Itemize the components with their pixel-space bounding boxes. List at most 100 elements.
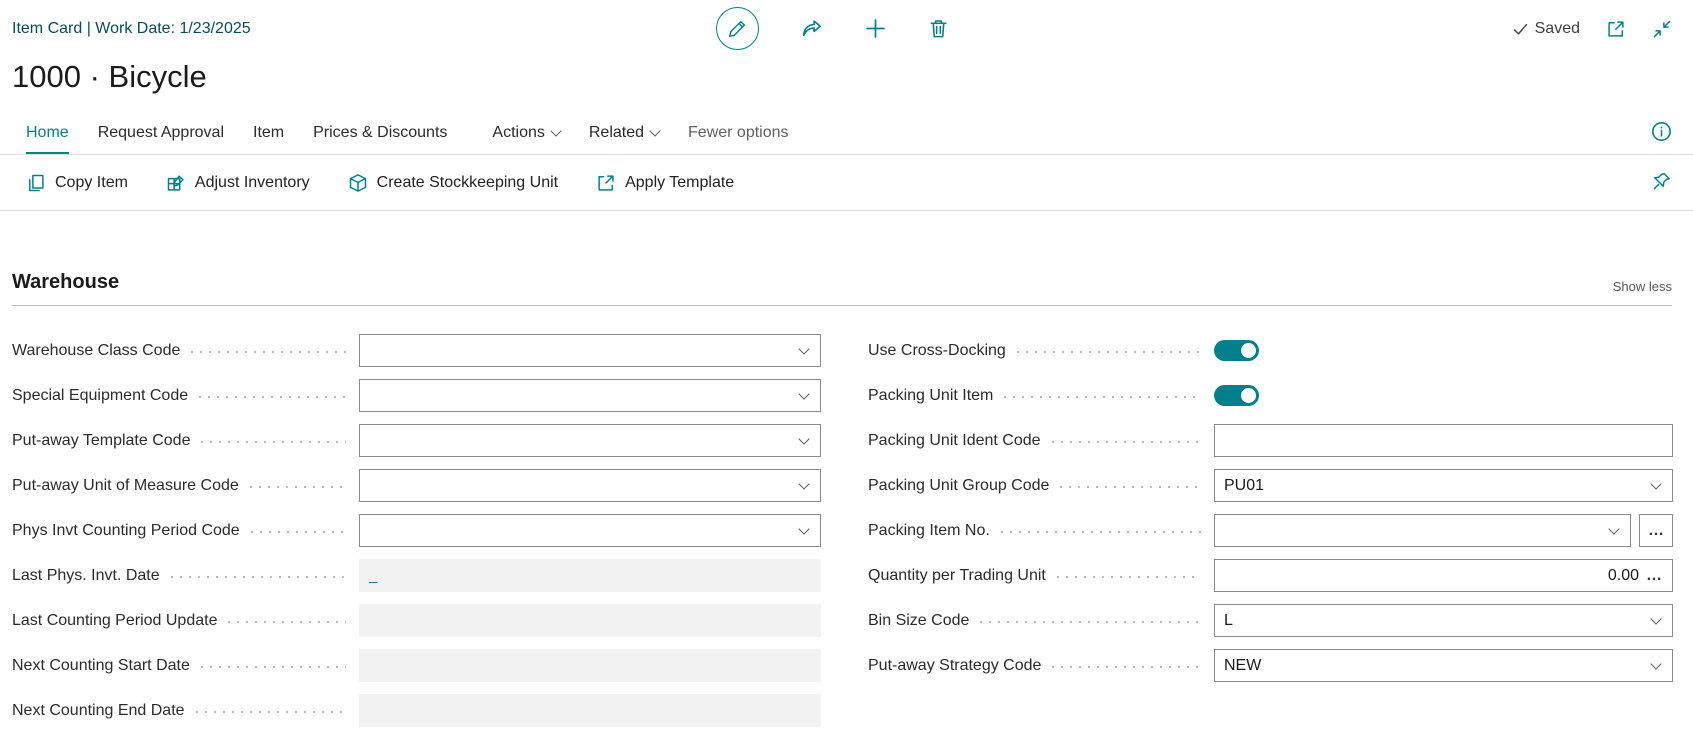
dotted-leader bbox=[251, 531, 346, 533]
bin-size-code-input[interactable] bbox=[1215, 612, 1640, 630]
packing-unit-group-code-combobox[interactable] bbox=[1214, 469, 1673, 502]
put-away-unit-of-measure-code-input[interactable] bbox=[360, 477, 788, 495]
put-away-strategy-code-combobox[interactable] bbox=[1214, 649, 1673, 682]
dropdown-button[interactable] bbox=[788, 380, 820, 411]
field-row-packing-unit-ident-code: Packing Unit Ident Code bbox=[868, 424, 1673, 457]
quantity-assist-button[interactable]: … bbox=[1644, 568, 1672, 584]
dotted-leader bbox=[1052, 441, 1201, 443]
dotted-leader bbox=[191, 351, 346, 353]
top-right-controls: Saved bbox=[1513, 19, 1672, 39]
apply-template-icon bbox=[596, 173, 616, 193]
tab-label: Actions bbox=[492, 124, 544, 142]
packing-item-no-combobox[interactable] bbox=[1214, 514, 1631, 547]
edit-button[interactable] bbox=[716, 7, 759, 50]
dotted-leader bbox=[1052, 666, 1201, 668]
field-label: Put-away Template Code bbox=[12, 432, 190, 450]
tab-actions-menu[interactable]: Actions bbox=[492, 111, 559, 154]
record-action-icons bbox=[716, 7, 949, 50]
page-title: 1000 · Bicycle bbox=[12, 58, 1693, 95]
packing-item-no-input[interactable] bbox=[1215, 522, 1598, 540]
checkmark-icon bbox=[1513, 23, 1528, 36]
create-stockkeeping-unit-button[interactable]: Create Stockkeeping Unit bbox=[348, 173, 558, 193]
toggle-knob bbox=[1241, 388, 1256, 403]
packing-unit-ident-code-input[interactable] bbox=[1215, 432, 1672, 450]
tab-related-menu[interactable]: Related bbox=[589, 111, 659, 154]
action-label: Adjust Inventory bbox=[195, 174, 310, 192]
show-less-link[interactable]: Show less bbox=[1613, 279, 1672, 294]
fewer-options-button[interactable]: Fewer options bbox=[688, 111, 789, 154]
field-label: Last Phys. Invt. Date bbox=[12, 567, 160, 585]
special-equipment-code-input[interactable] bbox=[360, 387, 788, 405]
dropdown-button[interactable] bbox=[788, 425, 820, 456]
put-away-strategy-code-input[interactable] bbox=[1215, 657, 1640, 675]
dropdown-button[interactable] bbox=[788, 335, 820, 366]
field-label: Next Counting Start Date bbox=[12, 657, 190, 675]
apply-template-button[interactable]: Apply Template bbox=[596, 173, 734, 193]
field-row-special-equipment-code: Special Equipment Code bbox=[12, 379, 821, 412]
phys-invt-counting-period-code-combobox[interactable] bbox=[359, 514, 821, 547]
packing-unit-item-toggle[interactable] bbox=[1214, 385, 1259, 406]
dropdown-button[interactable] bbox=[788, 515, 820, 546]
dotted-leader bbox=[1057, 576, 1201, 578]
dropdown-button[interactable] bbox=[1598, 515, 1630, 546]
adjust-inventory-button[interactable]: Adjust Inventory bbox=[166, 173, 310, 193]
chevron-down-icon bbox=[798, 343, 809, 354]
warehouse-section-header: Warehouse Show less bbox=[12, 271, 1672, 306]
tab-item[interactable]: Item bbox=[253, 111, 284, 154]
save-status-label: Saved bbox=[1535, 20, 1580, 38]
delete-button[interactable] bbox=[928, 18, 949, 39]
dropdown-button[interactable] bbox=[1640, 605, 1672, 636]
packing-unit-group-code-input[interactable] bbox=[1215, 477, 1640, 495]
page-context-caption: Item Card | Work Date: 1/23/2025 bbox=[12, 20, 251, 38]
open-in-new-window-icon bbox=[1606, 19, 1626, 39]
tab-label: Request Approval bbox=[98, 124, 224, 142]
put-away-template-code-combobox[interactable] bbox=[359, 424, 821, 457]
copy-icon bbox=[26, 173, 46, 193]
phys-invt-counting-period-code-input[interactable] bbox=[360, 522, 788, 540]
collapse-page-button[interactable] bbox=[1652, 19, 1672, 39]
toggle-knob bbox=[1241, 343, 1256, 358]
packing-item-no-assist-button[interactable]: … bbox=[1639, 514, 1673, 547]
field-row-quantity-per-trading-unit: Quantity per Trading Unit … bbox=[868, 559, 1673, 592]
copy-item-button[interactable]: Copy Item bbox=[26, 173, 128, 193]
field-label: Packing Unit Item bbox=[868, 387, 993, 405]
plus-icon bbox=[865, 18, 886, 39]
fields-left-column: Warehouse Class Code Special Equipment C… bbox=[12, 334, 821, 739]
dotted-leader bbox=[228, 621, 346, 623]
field-label: Packing Item No. bbox=[868, 522, 990, 540]
dotted-leader bbox=[1017, 351, 1201, 353]
dotted-leader bbox=[1001, 531, 1201, 533]
special-equipment-code-combobox[interactable] bbox=[359, 379, 821, 412]
dropdown-button[interactable] bbox=[1640, 650, 1672, 681]
pencil-icon bbox=[728, 19, 747, 38]
dropdown-button[interactable] bbox=[1640, 470, 1672, 501]
field-row-next-counting-start-date: Next Counting Start Date bbox=[12, 649, 821, 682]
new-record-button[interactable] bbox=[865, 18, 886, 39]
page-info-button[interactable] bbox=[1651, 121, 1672, 142]
field-label: Next Counting End Date bbox=[12, 702, 185, 720]
tab-home[interactable]: Home bbox=[26, 111, 69, 154]
share-button[interactable] bbox=[801, 18, 823, 40]
field-row-put-away-template-code: Put-away Template Code bbox=[12, 424, 821, 457]
field-label: Use Cross-Docking bbox=[868, 342, 1006, 360]
tab-request-approval[interactable]: Request Approval bbox=[98, 111, 224, 154]
quantity-per-trading-unit-input[interactable] bbox=[1215, 567, 1644, 585]
top-bar: Item Card | Work Date: 1/23/2025 bbox=[0, 0, 1693, 58]
chevron-down-icon bbox=[550, 125, 561, 136]
quantity-per-trading-unit-field[interactable]: … bbox=[1214, 559, 1673, 592]
warehouse-class-code-input[interactable] bbox=[360, 342, 788, 360]
dotted-leader bbox=[1060, 486, 1201, 488]
field-row-bin-size-code: Bin Size Code bbox=[868, 604, 1673, 637]
put-away-unit-of-measure-code-combobox[interactable] bbox=[359, 469, 821, 502]
open-in-new-window-button[interactable] bbox=[1606, 19, 1626, 39]
dropdown-button[interactable] bbox=[788, 470, 820, 501]
dotted-leader bbox=[980, 621, 1201, 623]
tab-prices-discounts[interactable]: Prices & Discounts bbox=[313, 111, 447, 154]
put-away-template-code-input[interactable] bbox=[360, 432, 788, 450]
chevron-down-icon bbox=[798, 523, 809, 534]
use-cross-docking-toggle[interactable] bbox=[1214, 340, 1259, 361]
warehouse-class-code-combobox[interactable] bbox=[359, 334, 821, 367]
packing-unit-ident-code-field[interactable] bbox=[1214, 424, 1673, 457]
bin-size-code-combobox[interactable] bbox=[1214, 604, 1673, 637]
pin-actionbar-button[interactable] bbox=[1652, 171, 1672, 191]
